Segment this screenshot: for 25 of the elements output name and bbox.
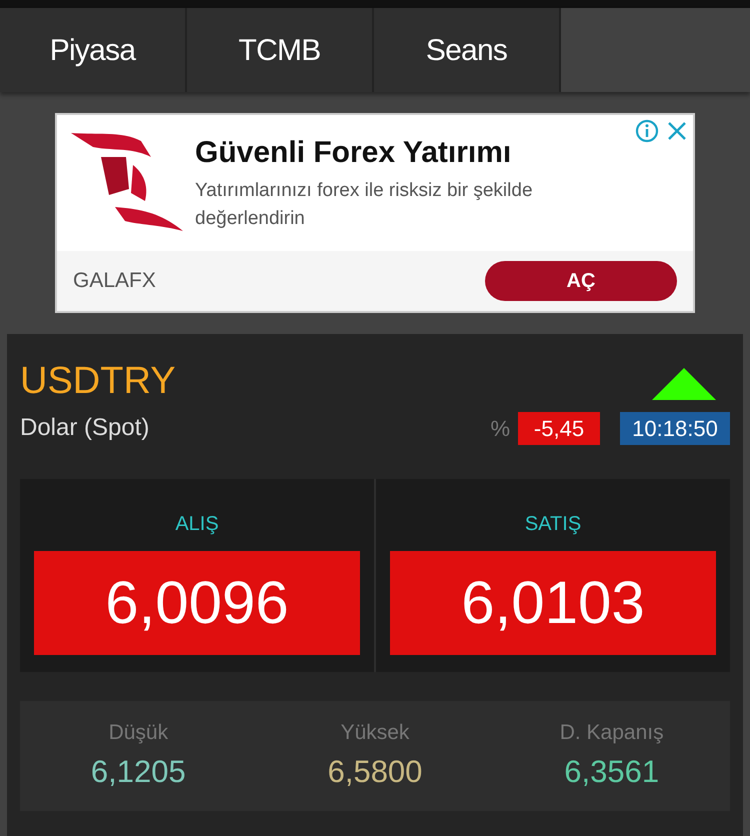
stat-value: 6,1205	[90, 752, 186, 790]
stat-value: 6,5800	[328, 752, 422, 790]
price-value: 6,0103	[390, 551, 716, 655]
stat-label: Düşük	[108, 720, 168, 746]
advertiser-name: GALAFX	[73, 268, 156, 294]
price-label: SATIŞ	[524, 512, 582, 537]
time-badge: 10:18:50	[620, 412, 730, 444]
price-label: ALIŞ	[175, 512, 219, 537]
stat-label: D. Kapanış	[560, 720, 664, 746]
instrument-name: Dolar (Spot)	[20, 413, 150, 443]
logo-icon	[71, 133, 183, 233]
info-icon[interactable]	[635, 119, 659, 143]
price-value: 6,0096	[34, 551, 360, 655]
stat-label: Yüksek	[340, 720, 410, 746]
stat-value: 6,3561	[564, 752, 660, 790]
tab[interactable]: TCMB	[187, 8, 374, 92]
close-icon[interactable]	[667, 121, 687, 141]
open-button[interactable]: AÇ	[485, 261, 677, 301]
tab[interactable]: Seans	[374, 8, 561, 92]
change-badge: -5,45	[518, 412, 600, 444]
ad-description: Yatırımlarınızı forex ile risksiz bir şekilde değerlendirin	[195, 179, 534, 231]
percent-sign: %	[490, 414, 510, 442]
symbol: USDTRY	[20, 362, 176, 400]
tab[interactable]: Piyasa	[0, 8, 187, 92]
ad-title: Güvenli Forex Yatırımı	[195, 135, 512, 171]
